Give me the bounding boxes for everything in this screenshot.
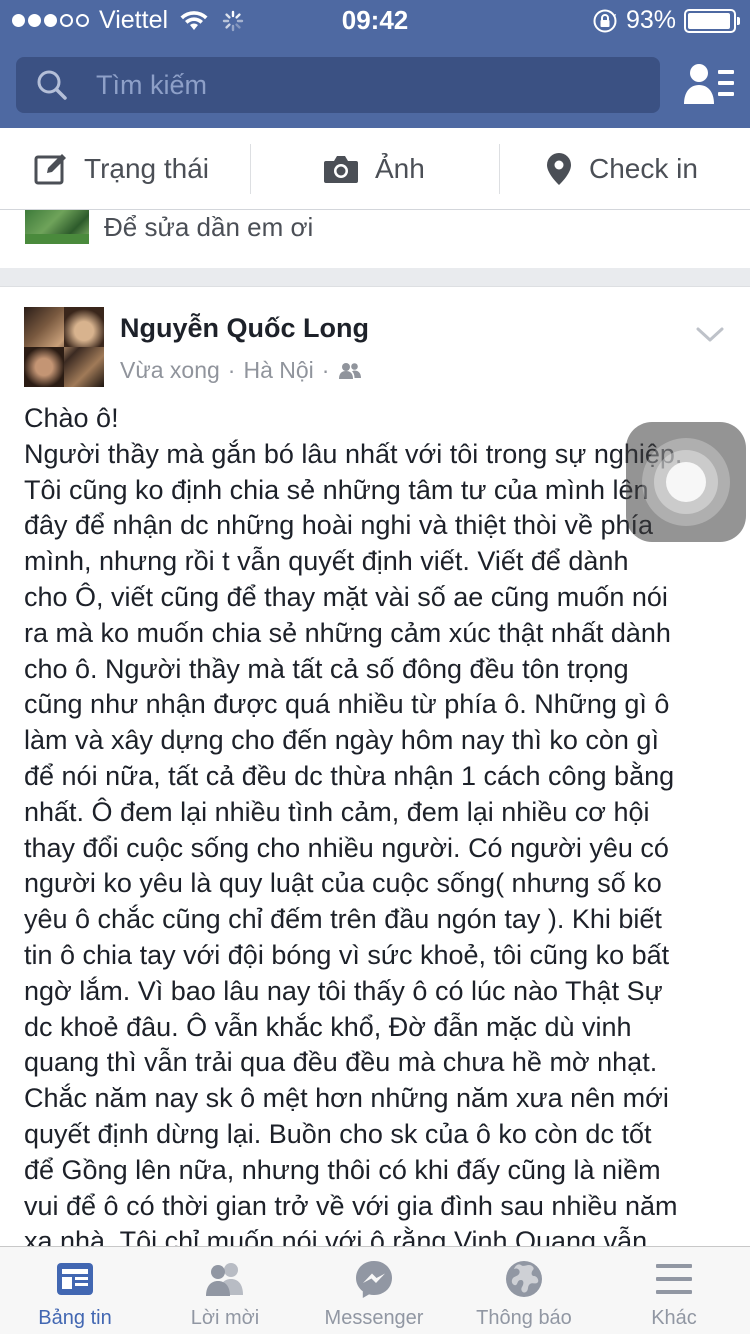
status-bar: Viettel 09:42 93% xyxy=(0,0,750,40)
tab-label: Lời mời xyxy=(190,1307,260,1329)
search-input[interactable] xyxy=(96,57,636,113)
globe-icon xyxy=(506,1261,542,1297)
checkin-button[interactable]: Check in xyxy=(545,128,698,210)
friends-list-icon[interactable] xyxy=(682,62,736,108)
top-header: Viettel 09:42 93% Tìm kiếm xyxy=(0,0,750,128)
photo-button[interactable]: Ảnh xyxy=(323,128,425,210)
tab-label: Thông báo xyxy=(476,1307,572,1329)
checkin-label: Check in xyxy=(589,153,698,184)
tab-label: Bảng tin xyxy=(38,1307,112,1329)
chevron-down-icon[interactable] xyxy=(694,323,726,347)
battery-icon xyxy=(684,8,740,33)
tab-notifications[interactable]: Thông báo xyxy=(449,1247,599,1334)
photo-label: Ảnh xyxy=(375,153,425,184)
search-bar[interactable] xyxy=(16,57,660,113)
edit-icon xyxy=(34,154,66,185)
friends-audience-icon xyxy=(339,362,362,379)
rotation-lock-icon xyxy=(593,9,617,32)
camera-icon xyxy=(324,156,358,183)
bottom-tab-bar: Bảng tin Lời mời Messenger Thông báo Khá… xyxy=(0,1246,750,1334)
tab-more[interactable]: Khác xyxy=(599,1247,749,1334)
post-location[interactable]: Hà Nội xyxy=(243,357,313,384)
story-thumbnail xyxy=(25,210,89,244)
post-meta: Vừa xong · Hà Nội · xyxy=(120,357,362,384)
composer-bar: Trạng thái Ảnh Check in xyxy=(0,128,750,210)
assistive-touch-button[interactable] xyxy=(626,422,746,542)
tab-messenger[interactable]: Messenger xyxy=(299,1247,449,1334)
post-time[interactable]: Vừa xong xyxy=(120,357,220,384)
messenger-icon xyxy=(356,1261,392,1298)
tab-friend-requests[interactable]: Lời mời xyxy=(150,1247,300,1334)
previous-story[interactable]: Để sửa dần em ơi xyxy=(0,210,750,268)
tab-label: Messenger xyxy=(324,1307,424,1329)
friend-requests-icon xyxy=(206,1263,243,1296)
news-feed-icon xyxy=(57,1263,93,1295)
tab-news-feed[interactable]: Bảng tin xyxy=(0,1247,150,1334)
battery-percent: 93% xyxy=(625,6,676,34)
post-body: Chào ô! Người thầy mà gắn bó lâu nhất vớ… xyxy=(24,403,682,1246)
tab-label: Khác xyxy=(651,1307,697,1329)
meta-separator-2: · xyxy=(321,357,330,383)
search-icon xyxy=(37,70,67,100)
status-label: Trạng thái xyxy=(84,153,210,184)
post-author[interactable]: Nguyễn Quốc Long xyxy=(120,313,369,344)
menu-icon xyxy=(656,1264,692,1294)
avatar[interactable] xyxy=(24,307,104,387)
story-text: Để sửa dần em ơi xyxy=(104,212,314,242)
location-pin-icon xyxy=(547,153,571,185)
status-button[interactable]: Trạng thái xyxy=(34,128,209,210)
meta-separator: · xyxy=(227,357,236,383)
